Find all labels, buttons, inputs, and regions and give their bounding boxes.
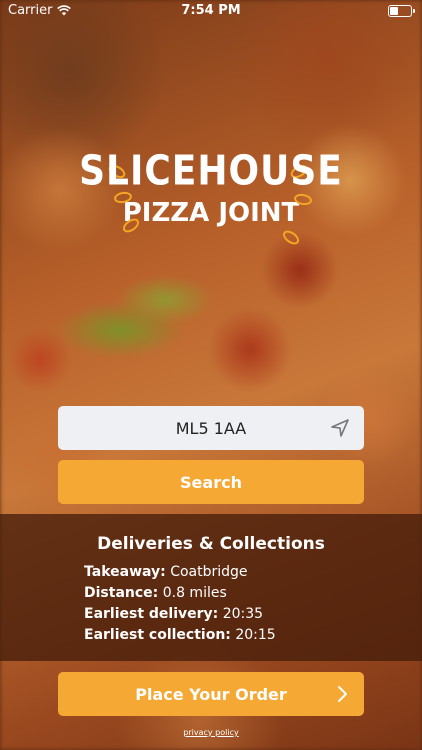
info-row-label: Takeaway: (84, 564, 166, 580)
info-row-value: 0.8 miles (162, 585, 227, 601)
info-row-earliest-delivery: Earliest delivery: 20:35 (84, 604, 276, 625)
logo-line-2: PIZZA JOINT (122, 198, 300, 228)
battery-icon (388, 5, 415, 17)
location-arrow-icon[interactable] (330, 418, 350, 438)
place-order-label: Place Your Order (135, 684, 287, 704)
chevron-right-icon (338, 686, 347, 702)
info-row-value: 20:35 (222, 606, 264, 622)
logo-line-1: SLICEHOUSE (79, 147, 343, 195)
postcode-input[interactable]: ML5 1AA (58, 406, 364, 450)
status-time: 7:54 PM (181, 3, 241, 18)
search-button-label: Search (180, 472, 242, 492)
info-row-distance: Distance: 0.8 miles (84, 583, 276, 604)
info-row-label: Distance: (84, 585, 159, 601)
search-button[interactable]: Search (58, 460, 364, 504)
info-row-earliest-collection: Earliest collection: 20:15 (84, 625, 276, 646)
info-row-value: Coatbridge (170, 564, 248, 580)
info-row-label: Earliest delivery: (84, 606, 219, 622)
info-row-label: Earliest collection: (84, 627, 231, 643)
status-bar: Carrier 7:54 PM (0, 0, 422, 22)
deliveries-info-panel: Deliveries & Collections Takeaway: Coatb… (0, 514, 422, 661)
place-order-button[interactable]: Place Your Order (58, 672, 364, 716)
info-rows: Takeaway: Coatbridge Distance: 0.8 miles… (84, 562, 276, 646)
info-row-value: 20:15 (235, 627, 276, 643)
info-row-takeaway: Takeaway: Coatbridge (84, 562, 276, 583)
privacy-policy-link[interactable]: privacy policy (0, 728, 422, 737)
postcode-value: ML5 1AA (175, 418, 247, 438)
brand-logo: SLICEHOUSE PIZZA JOINT (0, 147, 422, 248)
info-panel-title: Deliveries & Collections (97, 534, 325, 554)
